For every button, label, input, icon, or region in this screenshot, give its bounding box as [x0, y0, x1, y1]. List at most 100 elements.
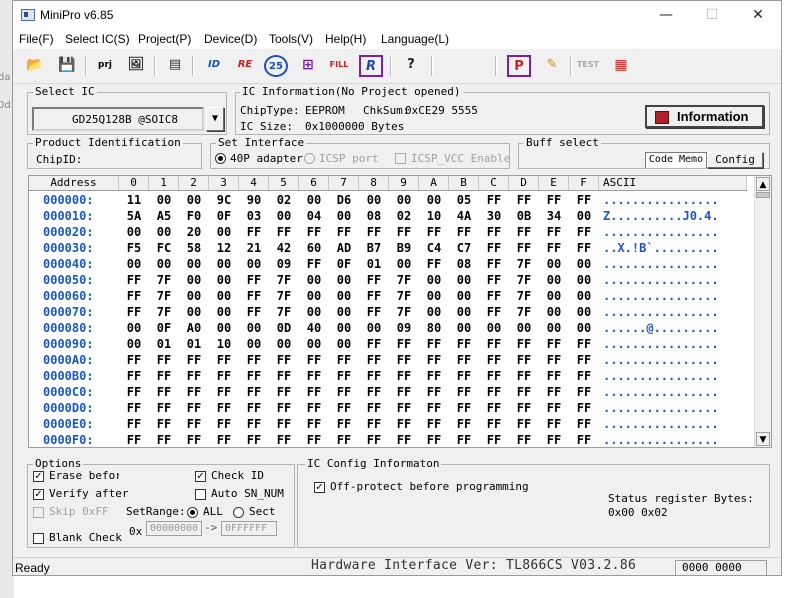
hex-byte[interactable]: 00 — [179, 256, 209, 272]
hex-byte[interactable]: FF — [119, 368, 149, 384]
menu-project[interactable]: Project(P) — [138, 32, 191, 46]
hex-byte[interactable]: FF — [419, 368, 449, 384]
hex-byte[interactable]: FF — [419, 432, 449, 447]
hex-byte[interactable]: FF — [389, 352, 419, 368]
hex-byte[interactable]: FF — [149, 352, 179, 368]
hex-byte[interactable]: FF — [269, 368, 299, 384]
hex-byte[interactable]: 00 — [119, 320, 149, 336]
hex-byte[interactable]: FF — [209, 352, 239, 368]
hex-byte[interactable]: FF — [179, 368, 209, 384]
hex-byte[interactable]: C4 — [419, 240, 449, 256]
hex-byte[interactable]: 00 — [299, 272, 329, 288]
menu-language[interactable]: Language(L) — [381, 32, 449, 46]
hex-byte[interactable]: FF — [479, 256, 509, 272]
menu-device[interactable]: Device(D) — [204, 32, 257, 46]
blank-check-icon[interactable]: ⊞ — [296, 55, 320, 77]
hex-byte[interactable]: FF — [269, 416, 299, 432]
hex-byte[interactable]: FF — [119, 384, 149, 400]
hex-byte[interactable]: 00 — [419, 272, 449, 288]
hex-byte[interactable]: 00 — [359, 192, 389, 208]
hex-byte[interactable]: 00 — [119, 224, 149, 240]
hex-byte[interactable]: FF — [479, 416, 509, 432]
hex-byte[interactable]: 34 — [539, 208, 569, 224]
hex-byte[interactable]: 00 — [119, 336, 149, 352]
hex-byte[interactable]: FF — [359, 304, 389, 320]
hex-byte[interactable]: FF — [239, 432, 269, 447]
hex-byte[interactable]: 00 — [539, 288, 569, 304]
hex-byte[interactable]: 04 — [299, 208, 329, 224]
hex-byte[interactable]: 00 — [449, 288, 479, 304]
off-protect-checkbox[interactable]: ✓ — [314, 482, 325, 493]
hex-byte[interactable]: 0F — [209, 208, 239, 224]
hex-byte[interactable]: 00 — [479, 320, 509, 336]
icsp-vcc-checkbox[interactable] — [395, 153, 406, 164]
hex-byte[interactable]: FF — [539, 352, 569, 368]
ic-select-combo[interactable]: GD25Q128B @SOIC8 — [32, 107, 204, 131]
hex-byte[interactable]: FF — [299, 384, 329, 400]
hex-byte[interactable]: FF — [539, 240, 569, 256]
chip-icon[interactable]: ▦ — [609, 55, 633, 77]
hex-row[interactable]: 000030: F5 FC 58 12 21 42 60 AD B7 B9 C4 C7 FF FF FF FF.… — [29, 240, 747, 256]
hex-row[interactable]: 0000D0: FF FF FF FF FF FF FF FF FF FF FF FF FF FF FF FF.… — [29, 400, 747, 416]
hex-byte[interactable]: 90 — [239, 192, 269, 208]
hex-byte[interactable]: FF — [209, 432, 239, 447]
hex-row[interactable]: 0000A0: FF FF FF FF FF FF FF FF FF FF FF FF FF FF FF FF.… — [29, 352, 747, 368]
scroll-thumb[interactable] — [756, 192, 770, 198]
hex-byte[interactable]: 00 — [179, 192, 209, 208]
erase-before-checkbox[interactable]: ✓ — [33, 471, 44, 482]
hex-byte[interactable]: 4A — [449, 208, 479, 224]
hex-byte[interactable]: FF — [119, 432, 149, 447]
hex-byte[interactable]: FF — [269, 224, 299, 240]
project-icon[interactable]: prj — [93, 55, 117, 77]
icsp-port-radio[interactable] — [304, 153, 315, 164]
hex-byte[interactable]: FF — [569, 352, 599, 368]
hex-byte[interactable]: FF — [299, 416, 329, 432]
hex-byte[interactable]: FF — [149, 400, 179, 416]
hex-byte[interactable]: 0F — [329, 256, 359, 272]
hex-byte[interactable]: FF — [359, 336, 389, 352]
hex-byte[interactable]: FF — [389, 224, 419, 240]
hex-byte[interactable]: FF — [449, 384, 479, 400]
hex-byte[interactable]: 30 — [479, 208, 509, 224]
hex-byte[interactable]: 7F — [269, 304, 299, 320]
hex-byte[interactable]: FF — [449, 432, 479, 447]
hex-byte[interactable]: 00 — [569, 256, 599, 272]
hex-byte[interactable]: 10 — [419, 208, 449, 224]
hex-ascii[interactable]: ................ — [603, 192, 719, 208]
hex-byte[interactable]: FF — [479, 224, 509, 240]
hex-byte[interactable]: FF — [419, 400, 449, 416]
hex-byte[interactable]: FF — [299, 224, 329, 240]
scroll-up-arrow[interactable]: ▲ — [756, 177, 770, 191]
hex-byte[interactable]: FF — [569, 192, 599, 208]
hex-byte[interactable]: FF — [479, 336, 509, 352]
hex-byte[interactable]: FF — [239, 384, 269, 400]
hex-byte[interactable]: FF — [569, 336, 599, 352]
hex-byte[interactable]: 80 — [419, 320, 449, 336]
hex-byte[interactable]: FF — [569, 384, 599, 400]
hex-byte[interactable]: 00 — [149, 192, 179, 208]
verify-after-checkbox[interactable]: ✓ — [33, 489, 44, 500]
hex-byte[interactable]: FF — [329, 416, 359, 432]
hex-byte[interactable]: 00 — [449, 320, 479, 336]
hex-byte[interactable]: 00 — [179, 304, 209, 320]
hex-byte[interactable]: 00 — [179, 272, 209, 288]
hex-byte[interactable]: FF — [239, 400, 269, 416]
hex-byte[interactable]: 00 — [299, 288, 329, 304]
hex-byte[interactable]: FF — [359, 432, 389, 447]
hex-byte[interactable]: FF — [359, 400, 389, 416]
hex-byte[interactable]: FF — [119, 416, 149, 432]
information-button[interactable]: Information — [645, 105, 764, 128]
hex-byte[interactable]: FF — [539, 224, 569, 240]
menu-help[interactable]: Help(H) — [325, 32, 366, 46]
hex-byte[interactable]: FF — [539, 192, 569, 208]
hex-row[interactable]: 000010: 5A A5 F0 0F 03 00 04 00 08 02 10 4A 30 0B 34 00 Z… — [29, 208, 747, 224]
hex-row[interactable]: 000040: 00 00 00 00 00 09 FF 0F 01 00 FF 08 FF 7F 00 00.… — [29, 256, 747, 272]
hex-byte[interactable]: A0 — [179, 320, 209, 336]
hex-byte[interactable]: FF — [119, 288, 149, 304]
hex-byte[interactable]: 7F — [509, 256, 539, 272]
hex-byte[interactable]: 01 — [359, 256, 389, 272]
hex-byte[interactable]: 7F — [149, 304, 179, 320]
program-icon[interactable]: P — [507, 55, 531, 77]
hex-byte[interactable]: 00 — [329, 208, 359, 224]
hex-byte[interactable]: 00 — [539, 320, 569, 336]
